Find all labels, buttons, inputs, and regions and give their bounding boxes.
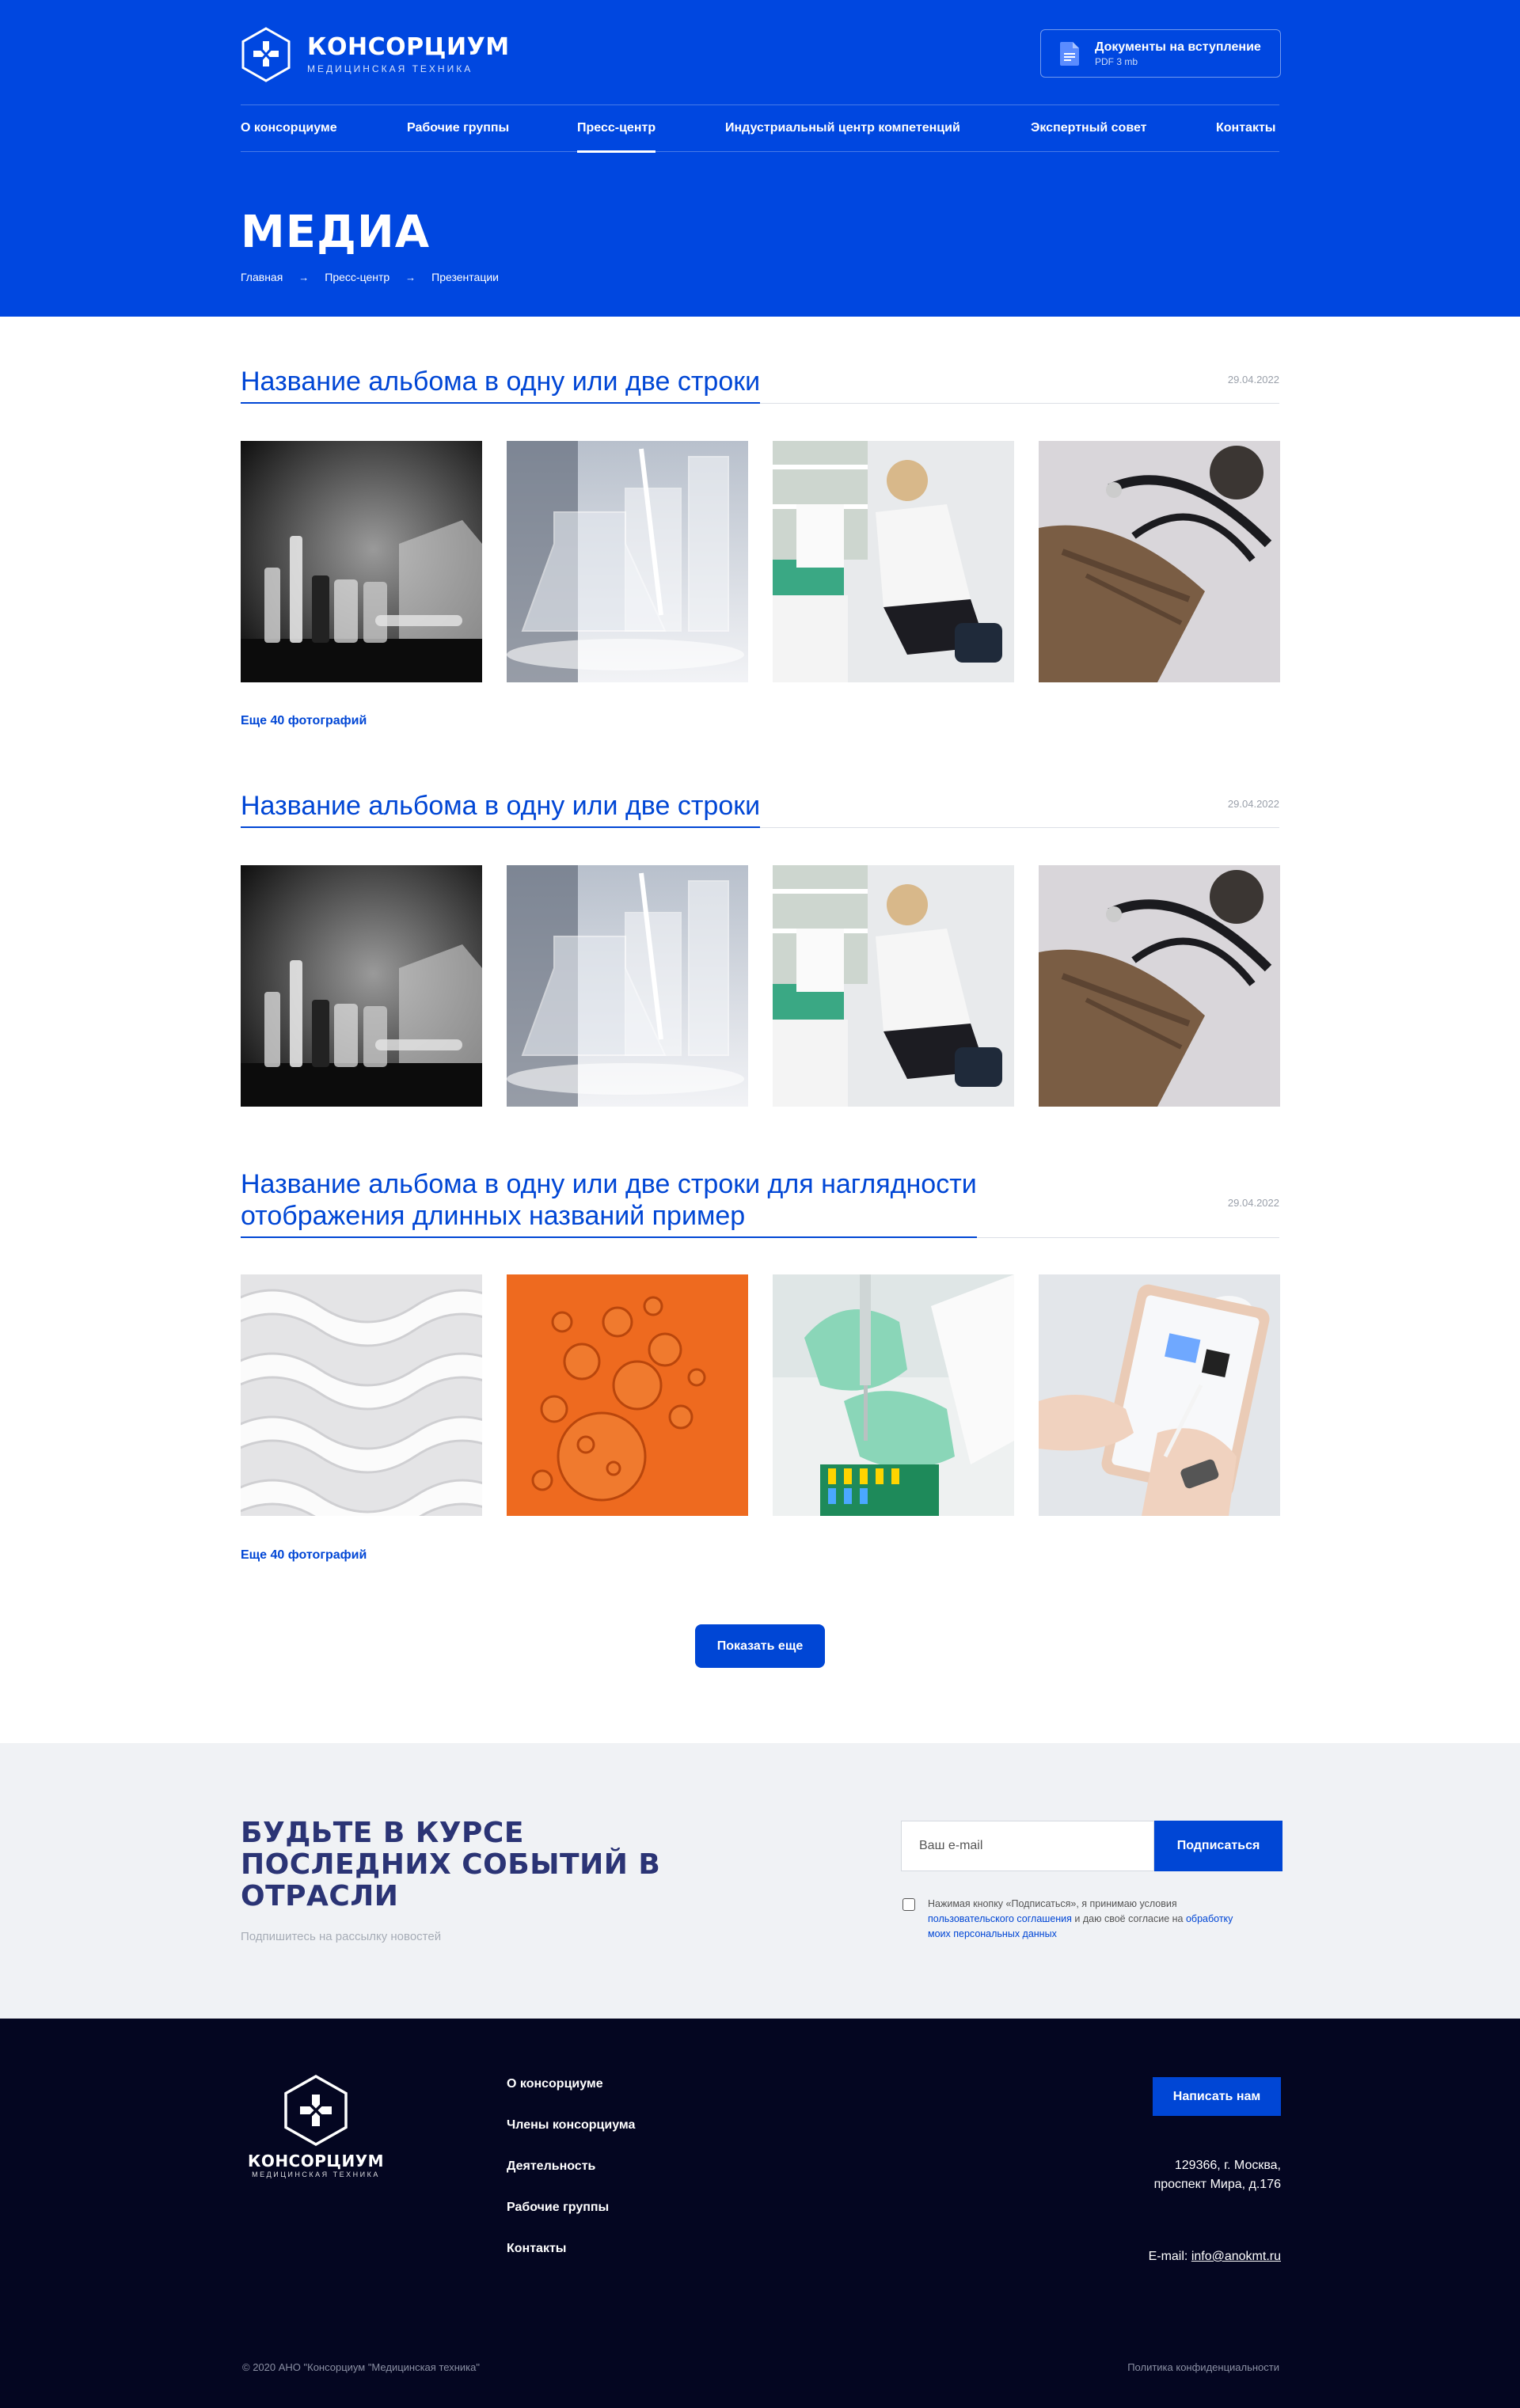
email-link[interactable]: info@anokmt.ru: [1191, 2250, 1281, 2263]
nav-item-competence-center[interactable]: Индустриальный центр компетенций: [725, 105, 960, 151]
album-title[interactable]: Название альбома в одну или две строки д…: [241, 1168, 977, 1238]
doc-meta: PDF 3 mb: [1095, 55, 1138, 67]
site-logo[interactable]: КОНСОРЦИУМ медицинская техника: [241, 27, 510, 82]
album-title[interactable]: Название альбома в одну или две строки: [241, 790, 761, 828]
album-title[interactable]: Название альбома в одну или две строки: [241, 366, 761, 404]
white-weave-pattern-photo: [241, 1274, 482, 1516]
address-line-2: проспект Мира, д.176: [1153, 2178, 1281, 2191]
footer-link-members[interactable]: Члены консорциума: [507, 2118, 635, 2133]
address-line-1: 129366, г. Москва,: [1174, 2159, 1281, 2172]
album-date: 29.04.2022: [1227, 374, 1279, 386]
more-photos-link[interactable]: Еще 40 фотографий: [241, 1548, 367, 1563]
album-title-line-1: Название альбома в одну или две строки д…: [241, 1169, 977, 1199]
album-photo-microscope[interactable]: [773, 865, 1014, 1107]
footer-logo-title: КОНСОРЦИУМ: [247, 2152, 385, 2171]
nav-item-contacts[interactable]: Контакты: [1216, 105, 1275, 151]
microscope-scientist-photo: [773, 865, 1014, 1107]
breadcrumb-home[interactable]: Главная: [241, 271, 283, 283]
footer-email: E-mail: info@anokmt.ru: [1149, 2250, 1281, 2264]
footer-link-working-groups[interactable]: Рабочие группы: [507, 2201, 609, 2215]
subscribe-section: Будьте в курсе последних событий в отрас…: [0, 1743, 1520, 2019]
logo-subtitle: медицинская техника: [307, 63, 473, 74]
nav-item-expert-council[interactable]: Экспертный совет: [1031, 105, 1146, 151]
show-more-button[interactable]: Показать еще: [695, 1624, 825, 1668]
footer-link-activity[interactable]: Деятельность: [507, 2159, 595, 2174]
agree-checkbox[interactable]: [902, 1898, 915, 1911]
gloved-pipette-photo: [773, 1274, 1014, 1516]
album-photo-weave[interactable]: [241, 1274, 482, 1516]
footer-logo[interactable]: КОНСОРЦИУМ медицинская техника: [241, 2074, 391, 2178]
album-header: Название альбома в одну или две строки д…: [241, 1168, 1279, 1238]
document-icon: [1060, 41, 1079, 66]
logo-hex-icon: [284, 2074, 348, 2147]
footer-logo-subtitle: медицинская техника: [252, 2171, 380, 2178]
ampoules-photo: [241, 865, 482, 1107]
stethoscope-photo: [1039, 865, 1280, 1107]
nav-item-working-groups[interactable]: Рабочие группы: [407, 105, 509, 151]
tablet-stylus-photo: [1039, 1274, 1280, 1516]
album-photo-bubbles[interactable]: [507, 1274, 748, 1516]
album-photo-stethoscope[interactable]: [1039, 865, 1280, 1107]
logo-title: КОНСОРЦИУМ: [307, 33, 510, 61]
footer-link-about[interactable]: О консорциуме: [507, 2077, 603, 2091]
album-photo-tablet[interactable]: [1039, 1274, 1280, 1516]
agree-text-part-2: и даю своё согласие на: [1074, 1913, 1184, 1924]
album-date: 29.04.2022: [1227, 798, 1279, 810]
album-date: 29.04.2022: [1227, 1197, 1279, 1209]
membership-documents-link[interactable]: Документы на вступление PDF 3 mb: [1040, 29, 1281, 78]
album-photo-pipette[interactable]: [773, 1274, 1014, 1516]
album-photo-ampoules[interactable]: [241, 865, 482, 1107]
orange-bubbles-photo: [507, 1274, 748, 1516]
site-footer: КОНСОРЦИУМ медицинская техника О консорц…: [0, 2019, 1520, 2408]
write-us-button[interactable]: Написать нам: [1153, 2077, 1281, 2116]
album-photo-microscope[interactable]: [773, 441, 1014, 682]
album-photo-stethoscope[interactable]: [1039, 441, 1280, 682]
more-photos-link[interactable]: Еще 40 фотографий: [241, 714, 367, 728]
copyright: © 2020 АНО "Консорциум "Медицинская техн…: [242, 2361, 480, 2373]
album-header: Название альбома в одну или две строки 2…: [241, 790, 1279, 828]
album-title-line-2: отображения длинных названий пример: [241, 1201, 746, 1231]
album-photo-glassware[interactable]: [507, 865, 748, 1107]
arrow-right-icon: →: [405, 271, 416, 283]
album-photo-glassware[interactable]: [507, 441, 748, 682]
lab-glassware-photo: [507, 441, 748, 682]
breadcrumb: Главная → Пресс-центр → Презентации: [241, 271, 499, 283]
email-label: E-mail:: [1148, 2250, 1188, 2263]
album-header: Название альбома в одну или две строки 2…: [241, 366, 1279, 404]
arrow-right-icon: →: [298, 271, 310, 283]
album-photo-ampoules[interactable]: [241, 441, 482, 682]
lab-glassware-photo: [507, 865, 748, 1107]
ampoules-photo: [241, 441, 482, 682]
nav-item-about[interactable]: О консорциуме: [241, 105, 337, 151]
stethoscope-photo: [1039, 441, 1280, 682]
agree-text: Нажимая кнопку «Подписаться», я принимаю…: [928, 1897, 1244, 1942]
footer-link-contacts[interactable]: Контакты: [507, 2242, 566, 2256]
breadcrumb-current: Презентации: [431, 271, 499, 283]
doc-title: Документы на вступление: [1095, 40, 1261, 54]
site-header: КОНСОРЦИУМ медицинская техника Документы…: [0, 0, 1520, 317]
nav-item-press-center[interactable]: Пресс-центр: [577, 105, 656, 153]
main-nav: О консорциуме Рабочие группы Пресс-центр…: [241, 104, 1279, 153]
email-field[interactable]: [901, 1821, 1154, 1871]
privacy-policy-link[interactable]: Политика конфиденциальности: [1127, 2361, 1279, 2373]
user-agreement-link[interactable]: пользовательского соглашения: [928, 1913, 1072, 1924]
footer-address: 129366, г. Москва, проспект Мира, д.176: [1154, 2156, 1281, 2194]
breadcrumb-press-center[interactable]: Пресс-центр: [325, 271, 390, 283]
subscribe-title: Будьте в курсе последних событий в отрас…: [241, 1817, 661, 1912]
logo-hex-icon: [241, 27, 291, 82]
subscribe-button[interactable]: Подписаться: [1154, 1821, 1282, 1871]
page-title: МЕДИА: [241, 207, 431, 258]
microscope-scientist-photo: [773, 441, 1014, 682]
subscribe-subtitle: Подпишитесь на рассылку новостей: [241, 1930, 442, 1943]
agree-text-part-1: Нажимая кнопку «Подписаться», я принимаю…: [928, 1898, 1177, 1909]
